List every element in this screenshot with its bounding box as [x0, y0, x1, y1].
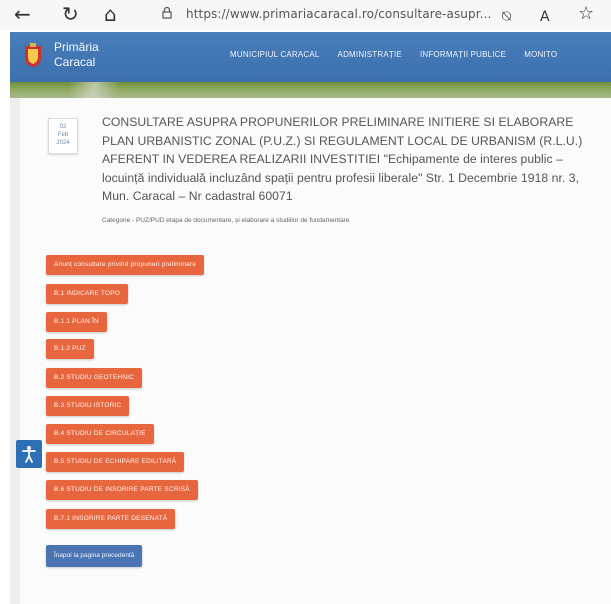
accessibility-icon — [22, 446, 36, 463]
document-button-b1[interactable]: B.1 INDICARE TOPO — [46, 284, 129, 304]
nav-item-municipiul[interactable]: MUNICIPIUL CARACAL — [230, 50, 320, 59]
nav-item-administratie[interactable]: ADMINISTRAȚIE — [338, 50, 402, 59]
nav-item-monitor[interactable]: MONITO — [524, 50, 557, 59]
favorite-star-icon[interactable]: ☆ — [578, 3, 594, 25]
document-button-anunt[interactable]: Anunț consultare privind propuneri preli… — [46, 255, 205, 275]
hero-image — [10, 82, 611, 98]
document-button-b1-2[interactable]: B.1.2 PUZ — [46, 339, 94, 359]
browser-toolbar: ← ↻ ⌂ https://www.primariacaracal.ro/con… — [0, 0, 611, 30]
logo-line-2: Caracal — [54, 55, 96, 69]
read-aloud-icon[interactable]: A — [540, 6, 550, 28]
left-gutter — [10, 98, 20, 604]
main-nav: MUNICIPIUL CARACAL ADMINISTRAȚIE INFORMA… — [230, 50, 557, 59]
reload-icon[interactable]: ↻ — [62, 3, 79, 25]
search-icon[interactable]: ⍉ — [502, 5, 511, 27]
date-badge: 02 Feb 2024 — [48, 118, 78, 154]
document-button-b7-1[interactable]: B.7.1 INSORIRE PARTE DESENATĂ — [46, 509, 176, 529]
accessibility-button[interactable] — [16, 440, 42, 468]
document-button-b4[interactable]: B.4 STUDIU DE CIRCULAȚIE — [46, 424, 154, 444]
document-button-b3[interactable]: B.3 STUDIU ISTORIC — [46, 396, 130, 416]
document-button-b2[interactable]: B.2 Studiu Geotehnic — [46, 368, 143, 388]
nav-item-informatii-publice[interactable]: INFORMAȚII PUBLICE — [420, 50, 506, 59]
address-bar[interactable]: https://www.primariacaracal.ro/consultar… — [186, 7, 491, 21]
site-info-icon[interactable] — [160, 6, 174, 20]
category-label[interactable]: Categorie - PUZ/PUD etapa de documentare… — [102, 217, 350, 224]
document-button-b1-1[interactable]: B.1.1 PLAN ÎN — [46, 312, 107, 332]
date-year: 2024 — [56, 140, 70, 146]
document-button-b6[interactable]: B.6 STUDIU DE INSORIRE PARTE SCRISĂ — [46, 480, 198, 500]
site-header: Primăria Caracal MUNICIPIUL CARACAL ADMI… — [10, 32, 611, 82]
document-button-b5[interactable]: B.5 STUDIU DE ECHIPARE EDILITARĂ — [46, 452, 185, 472]
date-day: 02 — [59, 124, 67, 130]
date-month: Feb — [57, 132, 69, 138]
back-arrow-icon[interactable]: ← — [14, 3, 31, 25]
site-logo[interactable]: Primăria Caracal — [54, 40, 99, 70]
logo-line-1: Primăria — [54, 40, 99, 54]
coat-of-arms-icon — [25, 43, 41, 67]
back-to-previous-button[interactable]: Înapoi la pagina precedentă — [46, 545, 143, 567]
page-title: CONSULTARE ASUPRA PROPUNERILOR PRELIMINA… — [102, 115, 583, 203]
home-icon[interactable]: ⌂ — [104, 3, 117, 25]
